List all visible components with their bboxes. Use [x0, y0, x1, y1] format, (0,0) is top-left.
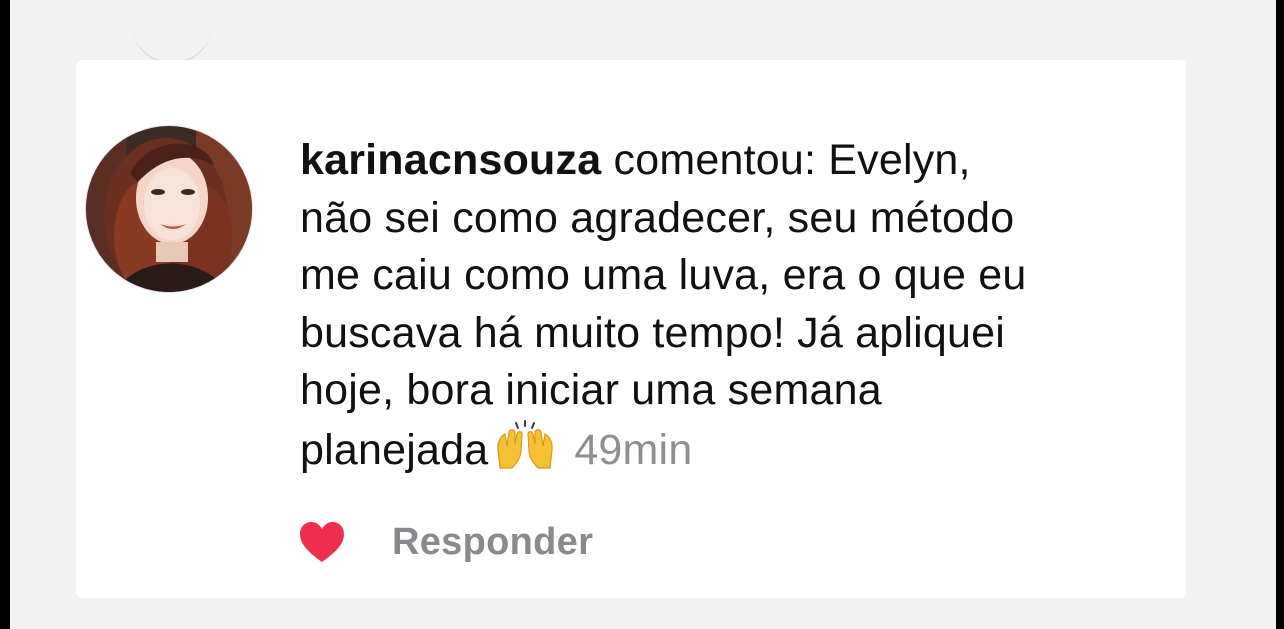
heart-icon[interactable] [298, 520, 346, 564]
comment-actions: Responder [298, 518, 593, 566]
comment-line6: planejada [300, 425, 489, 474]
comment-action-text: comentou: [613, 136, 817, 184]
previous-avatar-edge [132, 8, 212, 64]
comment-line2: não sei como agradecer, seu método [300, 193, 1015, 242]
reply-button[interactable]: Responder [392, 521, 593, 564]
comment-line4: buscava há muito tempo! Já apliquei [300, 308, 1005, 357]
comment-line3: me caiu como uma luva, era o que eu [300, 251, 1027, 299]
comment-timestamp: 49min [574, 425, 693, 474]
avatar-photo [86, 126, 252, 292]
comment-username[interactable]: karinacnsouza [300, 136, 601, 184]
comment-text: karinacnsouza comentou: Evelyn, não sei … [300, 132, 1180, 485]
comment-line5: hoje, bora iniciar uma semana [300, 366, 882, 414]
avatar[interactable] [85, 125, 253, 293]
screen-left-edge [0, 0, 10, 629]
comment-line1: Evelyn, [828, 136, 971, 184]
screen-right-edge [1276, 0, 1284, 629]
raising-hands-icon [494, 419, 556, 486]
comment-card: karinacnsouza comentou: Evelyn, não sei … [76, 60, 1186, 598]
